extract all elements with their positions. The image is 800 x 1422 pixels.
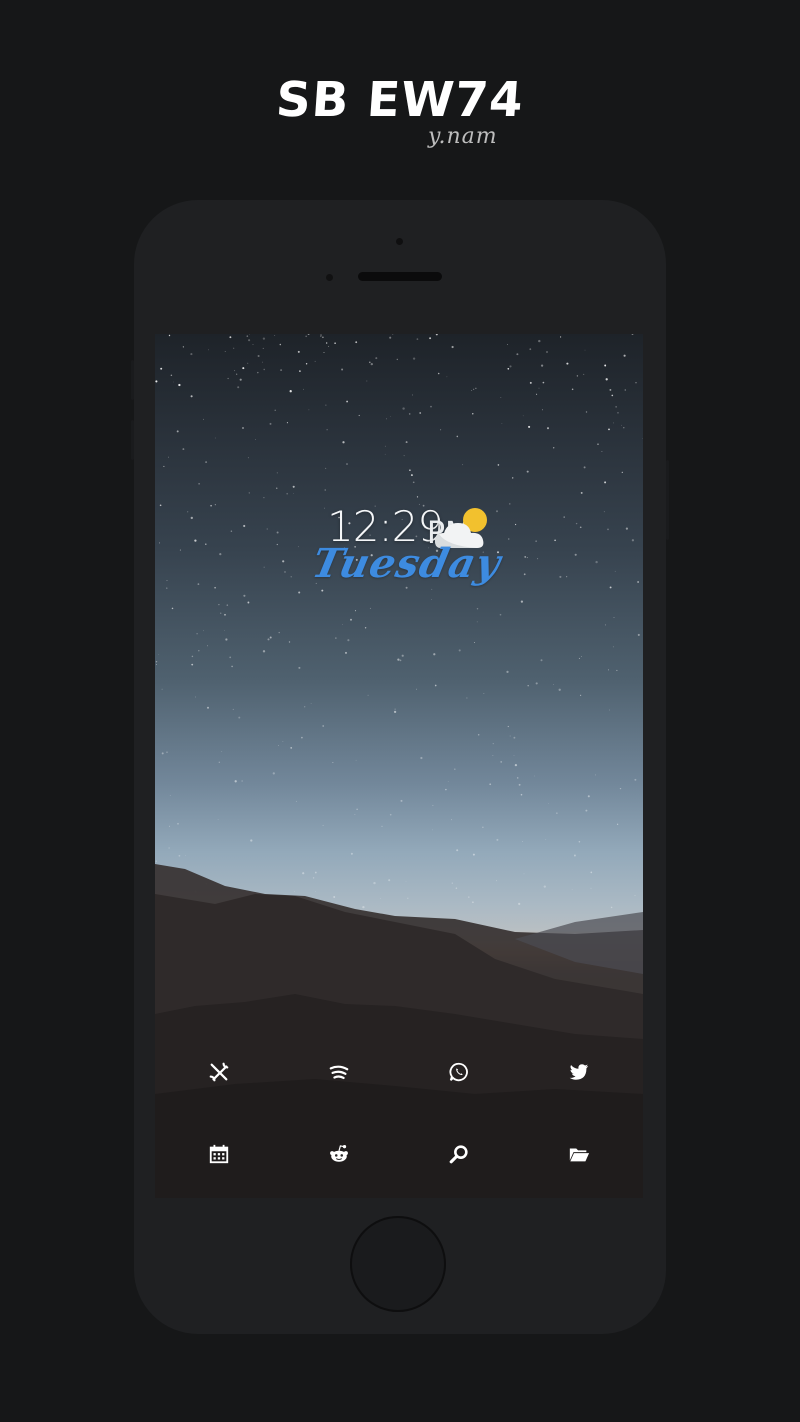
twitter-icon[interactable]	[559, 1052, 599, 1092]
spotify-icon[interactable]	[319, 1052, 359, 1092]
clock-day: Tuesday	[308, 540, 506, 587]
clock-widget[interactable]: 12:29 PM Tuesday	[305, 502, 505, 602]
home-button[interactable]	[350, 1216, 446, 1312]
earpiece-speaker	[358, 272, 442, 281]
folder-icon[interactable]	[559, 1134, 599, 1174]
settings-tools-icon[interactable]	[199, 1052, 239, 1092]
volume-button	[131, 360, 134, 400]
calendar-icon[interactable]	[199, 1134, 239, 1174]
reddit-icon[interactable]	[319, 1134, 359, 1174]
search-icon[interactable]	[439, 1134, 479, 1174]
page: SB EW74 y.nam 12:29 PM Tuesday	[0, 0, 800, 1422]
proximity-sensor	[326, 274, 333, 281]
whatsapp-icon[interactable]	[439, 1052, 479, 1092]
phone-screen: 12:29 PM Tuesday	[155, 334, 643, 1198]
brand-subtitle: y.nam	[428, 124, 498, 149]
power-button	[666, 460, 669, 540]
brand-title: SB EW74	[274, 72, 526, 128]
app-dock	[155, 1044, 643, 1184]
front-camera	[396, 238, 403, 245]
volume-button	[131, 420, 134, 460]
